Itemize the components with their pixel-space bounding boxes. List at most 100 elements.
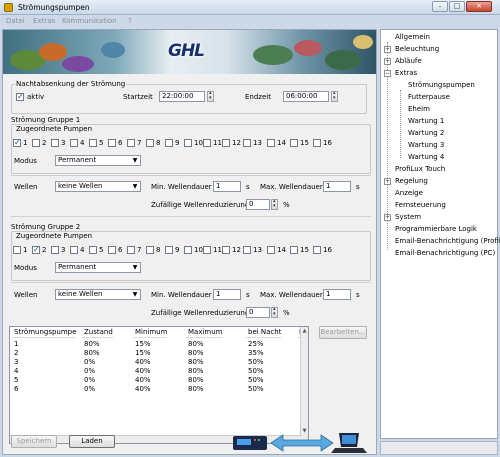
group2-pump-checkbox[interactable] (13, 246, 21, 254)
tree-item[interactable]: Wartung 2 (408, 129, 444, 138)
start-time-input[interactable]: 22:00:00 (159, 91, 205, 102)
expand-icon[interactable]: + (384, 214, 391, 221)
group1-modus-dropdown[interactable]: Permanent ▼ (55, 155, 141, 166)
group2-pump-checkbox[interactable] (290, 246, 298, 254)
group1-pump-checkbox[interactable] (32, 139, 40, 147)
group2-pump-checkbox[interactable] (108, 246, 116, 254)
tree-item[interactable]: Regelung (395, 177, 428, 186)
group1-pump-label: 15 (300, 139, 309, 147)
table-row[interactable]: 4 0% 40% 80% 50% (10, 367, 300, 376)
group1-pump-checkbox[interactable] (243, 139, 251, 147)
group1-pump-checkbox[interactable] (313, 139, 321, 147)
group1-min-input[interactable]: 1 (213, 181, 241, 192)
column-header[interactable]: Minimum (133, 327, 168, 338)
expand-icon[interactable]: + (384, 46, 391, 53)
group1-pump-checkbox[interactable] (165, 139, 173, 147)
group1-pump-label: 14 (277, 139, 286, 147)
tree-item[interactable]: Futterpause (408, 93, 450, 102)
group1-reduction-spinner[interactable] (271, 198, 278, 210)
group1-pump-checkbox[interactable] (203, 139, 211, 147)
group2-modus-dropdown[interactable]: Permanent ▼ (55, 262, 141, 273)
tree-item[interactable]: ProfiLux Touch (395, 165, 445, 174)
group2-pump-checkbox[interactable] (203, 246, 211, 254)
group1-pump-checkbox[interactable] (267, 139, 275, 147)
group2-pump-checkbox[interactable] (222, 246, 230, 254)
tree-item[interactable]: Strömungspumpen (408, 81, 475, 90)
group2-pump-checkbox[interactable] (313, 246, 321, 254)
end-time-input[interactable]: 06:00:00 (283, 91, 329, 102)
group1-wellen-dropdown[interactable]: keine Wellen ▼ (55, 181, 141, 192)
maximize-button[interactable]: □ (449, 1, 465, 12)
group1-pump-checkbox[interactable] (108, 139, 116, 147)
menu-communication[interactable]: Kommunikation (62, 17, 117, 25)
menu-extras[interactable]: Extras (33, 17, 55, 25)
tree-item[interactable]: Allgemein (395, 33, 430, 42)
table-row[interactable]: 1 80% 15% 80% 25% (10, 340, 300, 349)
minimize-button[interactable]: – (432, 1, 448, 12)
tree-item[interactable]: Extras (395, 69, 417, 78)
collapse-icon[interactable]: − (384, 70, 391, 77)
close-button[interactable]: ✕ (466, 1, 492, 12)
group2-pump-checkbox[interactable] (267, 246, 275, 254)
start-time-spinner[interactable] (207, 90, 214, 102)
column-header[interactable]: bei Nacht (246, 327, 282, 338)
table-row[interactable]: 6 0% 40% 80% 50% (10, 385, 300, 394)
expand-icon[interactable]: + (384, 178, 391, 185)
tree-item[interactable]: Programmierbare Logik (395, 225, 477, 234)
group2-pump-checkbox[interactable] (146, 246, 154, 254)
column-header[interactable]: Maximum (186, 327, 223, 338)
tree-item[interactable]: Email-Benachrichtigung (PC) (395, 249, 495, 258)
group2-wellen-dropdown[interactable]: keine Wellen ▼ (55, 289, 141, 300)
table-row[interactable]: 5 0% 40% 80% 50% (10, 376, 300, 385)
group1-pump-checkbox[interactable] (222, 139, 230, 147)
menu-help[interactable]: ? (128, 17, 132, 25)
tree-item[interactable]: Email-Benachrichtigung (Profilux) (395, 237, 500, 246)
load-button[interactable]: Laden (69, 435, 115, 448)
edit-button[interactable]: Bearbeiten... (319, 326, 367, 339)
group1-pump-checkbox[interactable] (146, 139, 154, 147)
group1-pump-checkbox[interactable] (89, 139, 97, 147)
scroll-up-icon[interactable]: ▲ (301, 327, 308, 335)
column-header[interactable]: Strömungspumpe (12, 327, 77, 338)
group1-pump-checkbox[interactable] (127, 139, 135, 147)
tree-item[interactable]: Beleuchtung (395, 45, 439, 54)
group2-pump-checkbox[interactable] (70, 246, 78, 254)
pump-table[interactable]: Strömungspumpe Zustand Minimum Maximum bei N… (9, 326, 309, 444)
group1-pump-checkbox[interactable] (70, 139, 78, 147)
navigation-tree[interactable]: Allgemein + Beleuchtung + Abläufe − Extras Strö… (380, 29, 500, 439)
group1-pump-checkbox[interactable] (290, 139, 298, 147)
table-row[interactable]: 2 80% 15% 80% 35% (10, 349, 300, 358)
table-vertical-scrollbar[interactable]: ▲ ▼ (300, 327, 308, 443)
table-row[interactable]: 3 0% 40% 80% 50% (10, 358, 300, 367)
group1-max-input[interactable]: 1 (323, 181, 351, 192)
group2-pump-checkbox[interactable] (89, 246, 97, 254)
group2-max-input[interactable]: 1 (323, 289, 351, 300)
group2-pump-checkbox[interactable] (184, 246, 192, 254)
group2-pump-checkbox[interactable] (127, 246, 135, 254)
menu-file[interactable]: Datei (6, 17, 25, 25)
group2-pump-checkbox[interactable] (243, 246, 251, 254)
tree-item[interactable]: Abläufe (395, 57, 422, 66)
expand-icon[interactable]: + (384, 58, 391, 65)
column-header[interactable]: Zustand (82, 327, 113, 338)
group1-reduction-input[interactable]: 0 (246, 199, 270, 210)
tree-item[interactable]: Fernsteuerung (395, 201, 446, 210)
group2-reduction-spinner[interactable] (271, 306, 278, 318)
tree-item[interactable]: Wartung 3 (408, 141, 444, 150)
tree-item[interactable]: Anzeige (395, 189, 423, 198)
tree-item[interactable]: System (395, 213, 421, 222)
night-active-checkbox[interactable] (16, 92, 24, 101)
group1-pump-checkbox[interactable] (184, 139, 192, 147)
group1-pump-checkbox[interactable] (13, 138, 21, 147)
group2-min-input[interactable]: 1 (213, 289, 241, 300)
group2-pump-checkbox[interactable] (51, 246, 59, 254)
save-button[interactable]: Speichern (11, 435, 57, 448)
tree-item[interactable]: Wartung 4 (408, 153, 444, 162)
group1-pump-checkbox[interactable] (51, 139, 59, 147)
group2-reduction-input[interactable]: 0 (246, 307, 270, 318)
tree-item[interactable]: Wartung 1 (408, 117, 444, 126)
end-time-spinner[interactable] (331, 90, 338, 102)
group2-pump-checkbox[interactable] (32, 245, 40, 254)
tree-item[interactable]: Eheim (408, 105, 430, 114)
group2-pump-checkbox[interactable] (165, 246, 173, 254)
